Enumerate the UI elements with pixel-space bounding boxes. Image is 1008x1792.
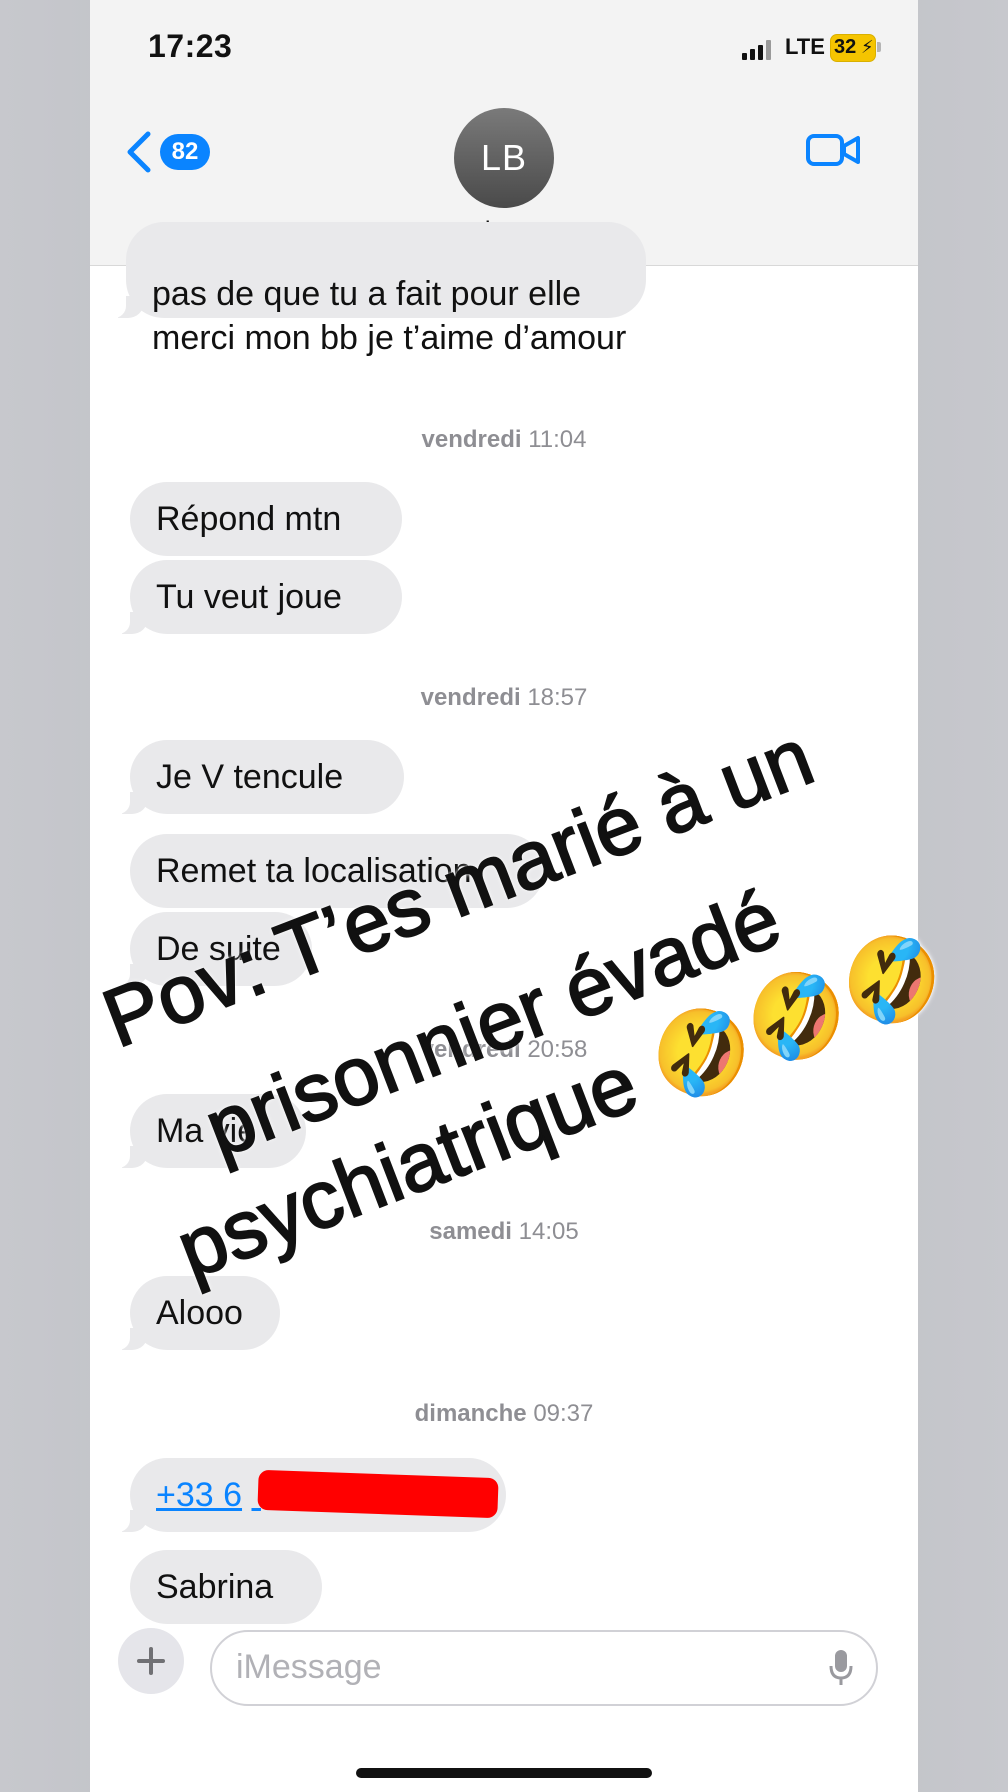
- back-button[interactable]: 82: [122, 126, 222, 176]
- home-indicator: [356, 1768, 652, 1778]
- timestamp-time: 20:58: [527, 1036, 588, 1063]
- message-line: merci mon bb je t’aime d’amour: [152, 319, 627, 357]
- message-text: Tu veut joue: [156, 578, 342, 616]
- chevron-left-icon: [127, 131, 151, 173]
- status-bar: 17:23 LTE 32 ⚡: [90, 0, 918, 100]
- timestamp-day: vendredi: [420, 684, 521, 711]
- battery-tip: [877, 42, 881, 52]
- battery-icon: 32 ⚡: [830, 34, 876, 62]
- video-call-icon[interactable]: [806, 130, 862, 170]
- timestamp: vendredi 20:58: [90, 1036, 918, 1064]
- message-bubble[interactable]: Ma vie: [110, 1094, 306, 1168]
- timestamp-time: 14:05: [518, 1218, 579, 1245]
- timestamp-day: dimanche: [414, 1400, 527, 1427]
- signal-icon: [742, 40, 774, 60]
- message-text: De suite: [156, 930, 281, 968]
- message-bubble[interactable]: De suite: [110, 912, 312, 986]
- network-label: LTE: [785, 34, 825, 59]
- timestamp-day: vendredi: [420, 1036, 521, 1063]
- message-text: Remet ta localisation: [156, 852, 472, 890]
- message-bubble[interactable]: Répond mtn: [130, 482, 402, 556]
- message-text: Ma vie: [156, 1112, 257, 1150]
- message-bubble[interactable]: Sabrina: [130, 1550, 322, 1624]
- timestamp-day: vendredi: [421, 426, 522, 453]
- message-bubble[interactable]: Alooo: [110, 1276, 280, 1350]
- plus-icon: [137, 1647, 165, 1675]
- message-bubble[interactable]: Tu veut joue: [110, 560, 402, 634]
- avatar[interactable]: LB: [454, 108, 554, 208]
- timestamp: samedi 14:05: [90, 1218, 918, 1246]
- message-text: Répond mtn: [156, 500, 342, 538]
- timestamp-day: samedi: [429, 1218, 512, 1245]
- timestamp-time: 09:37: [533, 1400, 594, 1427]
- battery-level: 32: [834, 36, 857, 58]
- message-bubble[interactable]: pas de que tu a fait pour elle merci mon…: [106, 222, 646, 357]
- message-text: Sabrina: [156, 1568, 274, 1606]
- microphone-icon[interactable]: [828, 1648, 854, 1688]
- timestamp: dimanche 09:37: [90, 1400, 918, 1428]
- message-line: pas de que tu a fait pour elle: [152, 275, 582, 313]
- timestamp-time: 11:04: [528, 426, 587, 453]
- timestamp: vendredi 18:57: [90, 684, 918, 712]
- plus-button[interactable]: [118, 1628, 184, 1694]
- timestamp: vendredi 11:04: [90, 426, 918, 454]
- timestamp-time: 18:57: [527, 684, 588, 711]
- message-bubble[interactable]: Je V tencule: [110, 740, 404, 814]
- status-time: 17:23: [148, 28, 233, 64]
- message-text: Alooo: [156, 1294, 243, 1332]
- redaction-mark: [257, 1469, 499, 1519]
- message-input[interactable]: iMessage: [210, 1630, 878, 1706]
- message-input-placeholder: iMessage: [236, 1648, 382, 1686]
- message-bubble[interactable]: Remet ta localisation: [130, 834, 544, 908]
- message-text: Je V tencule: [156, 758, 344, 796]
- charging-icon: ⚡: [861, 37, 874, 57]
- unread-count-badge: 82: [160, 134, 210, 170]
- phone-screen: 17:23 LTE 32 ⚡ 82 LB La›: [90, 0, 918, 1792]
- phone-number-link[interactable]: +33 6: [156, 1476, 242, 1514]
